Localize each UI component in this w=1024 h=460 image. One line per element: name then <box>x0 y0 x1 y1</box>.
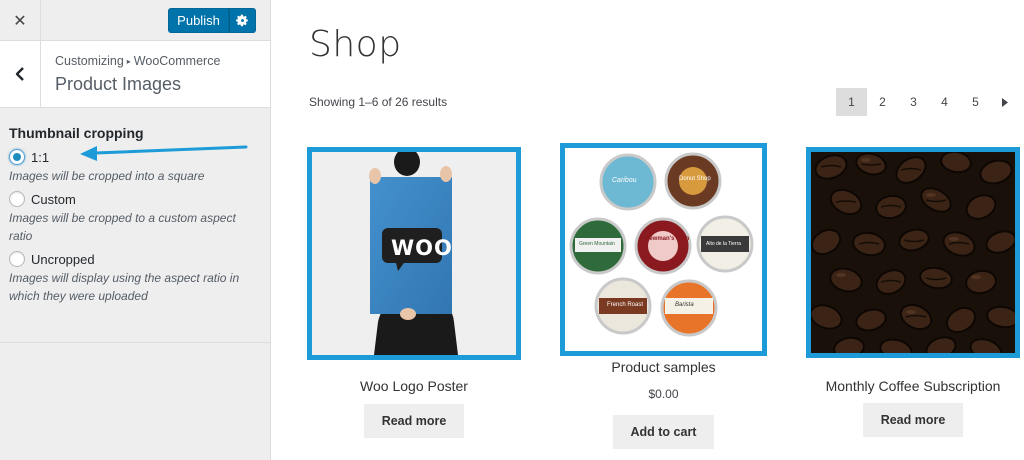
woo-logo-text: WOO <box>391 236 453 260</box>
customizer-sidebar: ✕ Publish Customizing ▸ WooCommerce Prod… <box>0 0 271 460</box>
control-title: Thumbnail cropping <box>9 125 144 141</box>
radio-button[interactable] <box>9 191 25 207</box>
product-price: $0.00 <box>648 387 679 401</box>
close-icon: ✕ <box>13 10 27 30</box>
read-more-button[interactable]: Read more <box>363 404 465 438</box>
radio-option-1-1[interactable]: 1:1 <box>9 149 49 165</box>
page-link-3[interactable]: 3 <box>898 88 929 116</box>
triangle-right-icon <box>1002 97 1008 107</box>
coffee-beans-image <box>811 152 1015 353</box>
coffee-pods-image <box>565 148 762 351</box>
product-card: WOO Woo Logo Poster Read more <box>307 147 521 438</box>
publish-group: Publish <box>168 8 256 33</box>
radio-option-uncropped[interactable]: Uncropped <box>9 251 95 267</box>
pod-label: Donut Shop <box>679 176 711 182</box>
radio-label[interactable]: Uncropped <box>31 252 95 267</box>
back-button[interactable] <box>0 41 41 107</box>
radio-label[interactable]: Custom <box>31 192 76 207</box>
product-card: Caribou Donut Shop Green Mountain Newman… <box>560 143 767 449</box>
pagination: 1 2 3 4 5 <box>836 88 1019 116</box>
page-link-5[interactable]: 5 <box>960 88 991 116</box>
chevron-left-icon <box>15 67 24 81</box>
breadcrumb: Customizing ▸ WooCommerce <box>55 54 220 68</box>
publish-button[interactable]: Publish <box>168 8 229 33</box>
page-link-1[interactable]: 1 <box>836 88 867 116</box>
page-title: Shop <box>309 24 402 65</box>
option-description: Images will be cropped into a square <box>9 169 205 183</box>
publish-settings-button[interactable] <box>229 8 256 33</box>
breadcrumb-parent: Customizing <box>55 54 124 68</box>
pod-label: Caribou <box>612 177 637 184</box>
section-header: Customizing ▸ WooCommerce Product Images <box>0 41 270 108</box>
product-image[interactable]: WOO <box>307 147 521 360</box>
pod-label: Newman's Own <box>645 236 690 242</box>
product-name[interactable]: Woo Logo Poster <box>307 378 521 394</box>
product-image[interactable] <box>806 147 1020 358</box>
product-name[interactable]: Product samples <box>560 359 767 375</box>
app-window: ✕ Publish Customizing ▸ WooCommerce Prod… <box>0 0 1024 460</box>
product-name[interactable]: Monthly Coffee Subscription <box>806 378 1020 394</box>
close-button[interactable]: ✕ <box>0 0 41 40</box>
customizer-header: ✕ Publish <box>0 0 270 41</box>
option-description: Images will be cropped to a custom aspec… <box>9 211 236 243</box>
product-card: Monthly Coffee Subscription Read more <box>806 147 1020 437</box>
add-to-cart-button[interactable]: Add to cart <box>612 415 715 449</box>
pod-label: French Roast <box>607 302 644 308</box>
product-image[interactable]: Caribou Donut Shop Green Mountain Newman… <box>560 143 767 356</box>
gear-icon <box>236 14 248 27</box>
option-description: Images will display using the aspect rat… <box>9 271 240 303</box>
page-link-2[interactable]: 2 <box>867 88 898 116</box>
section-title: Product Images <box>55 74 182 94</box>
radio-option-custom[interactable]: Custom <box>9 191 76 207</box>
radio-label[interactable]: 1:1 <box>31 150 49 165</box>
read-more-button[interactable]: Read more <box>862 403 964 437</box>
breadcrumb-separator-icon: ▸ <box>126 57 131 66</box>
radio-button-checked[interactable] <box>9 149 25 165</box>
pod-label: Green Mountain <box>579 241 615 247</box>
breadcrumb-child: WooCommerce <box>133 54 221 68</box>
thumbnail-cropping-control: Thumbnail cropping 1:1 Images will be cr… <box>0 109 270 343</box>
radio-button[interactable] <box>9 251 25 267</box>
page-link-4[interactable]: 4 <box>929 88 960 116</box>
result-count: Showing 1–6 of 26 results <box>309 95 448 109</box>
pod-label: Barista <box>675 302 694 308</box>
next-page-button[interactable] <box>991 88 1019 116</box>
pod-label: Alto de la Tierra <box>706 241 742 247</box>
